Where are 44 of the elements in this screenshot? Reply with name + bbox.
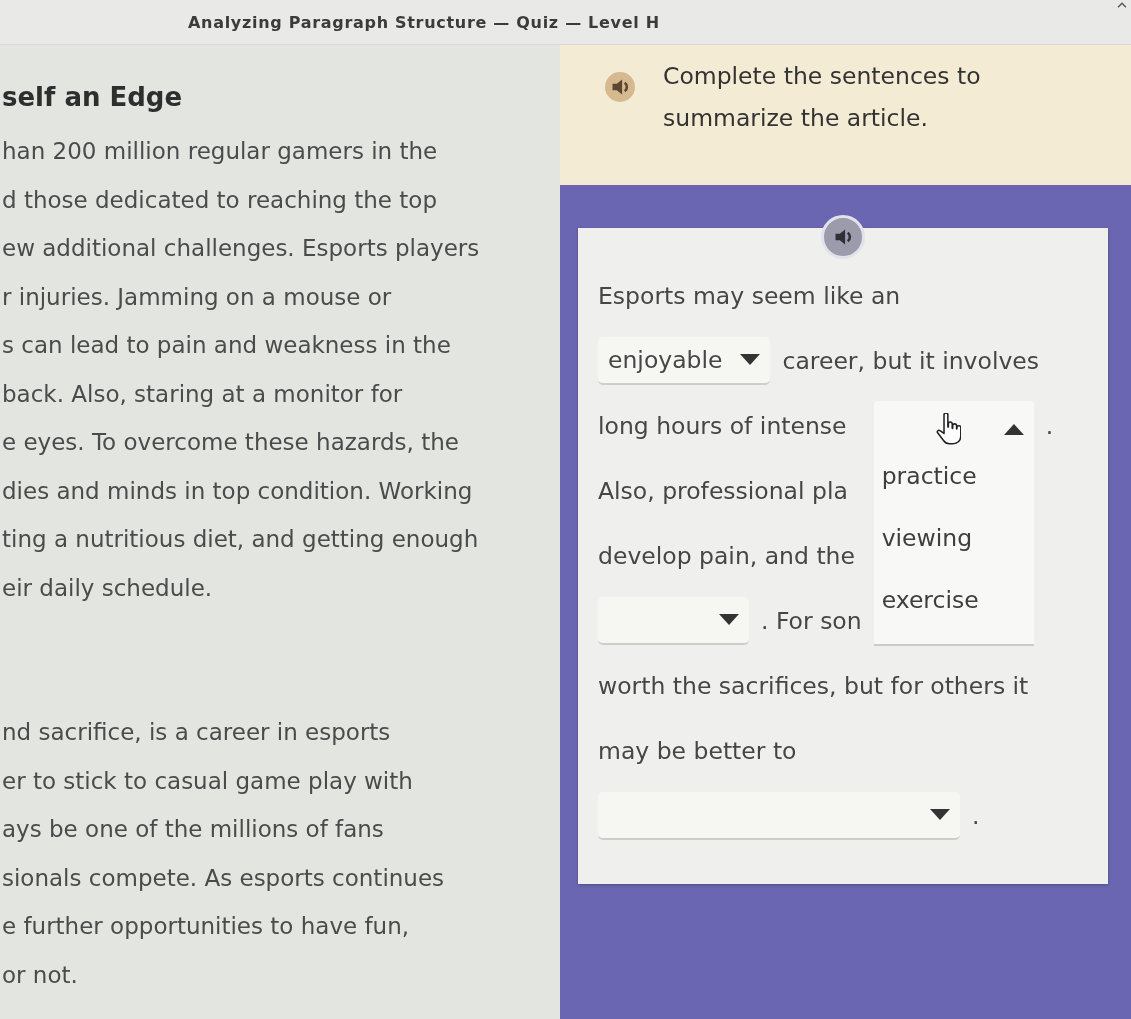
- sentence-text: .: [1045, 411, 1054, 440]
- sentence-text: long hours of intense: [598, 411, 847, 440]
- sentence-text: career, but it involves: [782, 346, 1040, 375]
- article-text: e further opportunities to have fun,: [2, 912, 410, 941]
- hand-cursor-icon: [935, 413, 961, 445]
- article-text: ting a nutritious diet, and getting enough: [2, 525, 479, 554]
- article-text: back. Also, staring at a monitor for: [2, 379, 403, 409]
- article-text: or not.: [2, 960, 78, 990]
- audio-button[interactable]: [605, 72, 635, 102]
- article-text: e eyes. To overcome these hazards, the: [2, 428, 459, 457]
- article-text: dies and minds in top condition. Working: [2, 476, 473, 506]
- article-heading: self an Edge: [2, 81, 183, 113]
- answer-dropdown[interactable]: [873, 401, 1034, 458]
- sentence-text: Also, professional pla: [598, 476, 848, 505]
- instruction-text: Complete the sentences to summarize the article.: [663, 61, 982, 134]
- article-text: nd sacrifice, is a career in esports: [2, 718, 391, 747]
- speaker-icon: [834, 229, 852, 245]
- article-text: s can lead to pain and weakness in the: [2, 331, 451, 360]
- speaker-icon: [611, 79, 629, 95]
- dropdown-option[interactable]: exercise: [873, 582, 1034, 644]
- chevron-up-icon: [1117, 2, 1127, 8]
- audio-button[interactable]: [821, 215, 865, 259]
- caret-down-icon: [740, 354, 761, 365]
- article-text: eir daily schedule.: [2, 573, 213, 603]
- answer-dropdown[interactable]: enjoyable: [598, 336, 771, 385]
- article-text: ew additional challenges. Esports players: [2, 234, 480, 263]
- sentence-text: develop pain, and the: [598, 541, 855, 570]
- sentence-text: may be better to: [598, 736, 797, 765]
- quiz-title: Analyzing Paragraph Structure — Quiz — Level H: [188, 12, 660, 32]
- sentence-text: . For son: [761, 606, 862, 635]
- caret-down-icon: [719, 614, 739, 625]
- article-text: er to stick to casual game play with: [2, 766, 413, 796]
- sentence-text: .: [972, 801, 980, 830]
- article-text: ays be one of the millions of fans: [2, 815, 384, 844]
- dropdown-option[interactable]: viewing: [873, 520, 1034, 582]
- article-text: d those dedicated to reaching the top: [2, 185, 438, 215]
- caret-up-icon: [1003, 424, 1024, 435]
- article-text: sionals compete. As esports continues: [2, 863, 445, 893]
- article-text: r injuries. Jamming on a mouse or: [2, 282, 392, 312]
- article-text: han 200 million regular gamers in the: [2, 137, 438, 166]
- dropdown-option[interactable]: practice: [873, 458, 1034, 520]
- sentence-text: worth the sacrifices, but for others it: [598, 671, 1029, 700]
- caret-down-icon: [930, 809, 950, 820]
- sentence-text: Esports may seem like an: [598, 281, 901, 310]
